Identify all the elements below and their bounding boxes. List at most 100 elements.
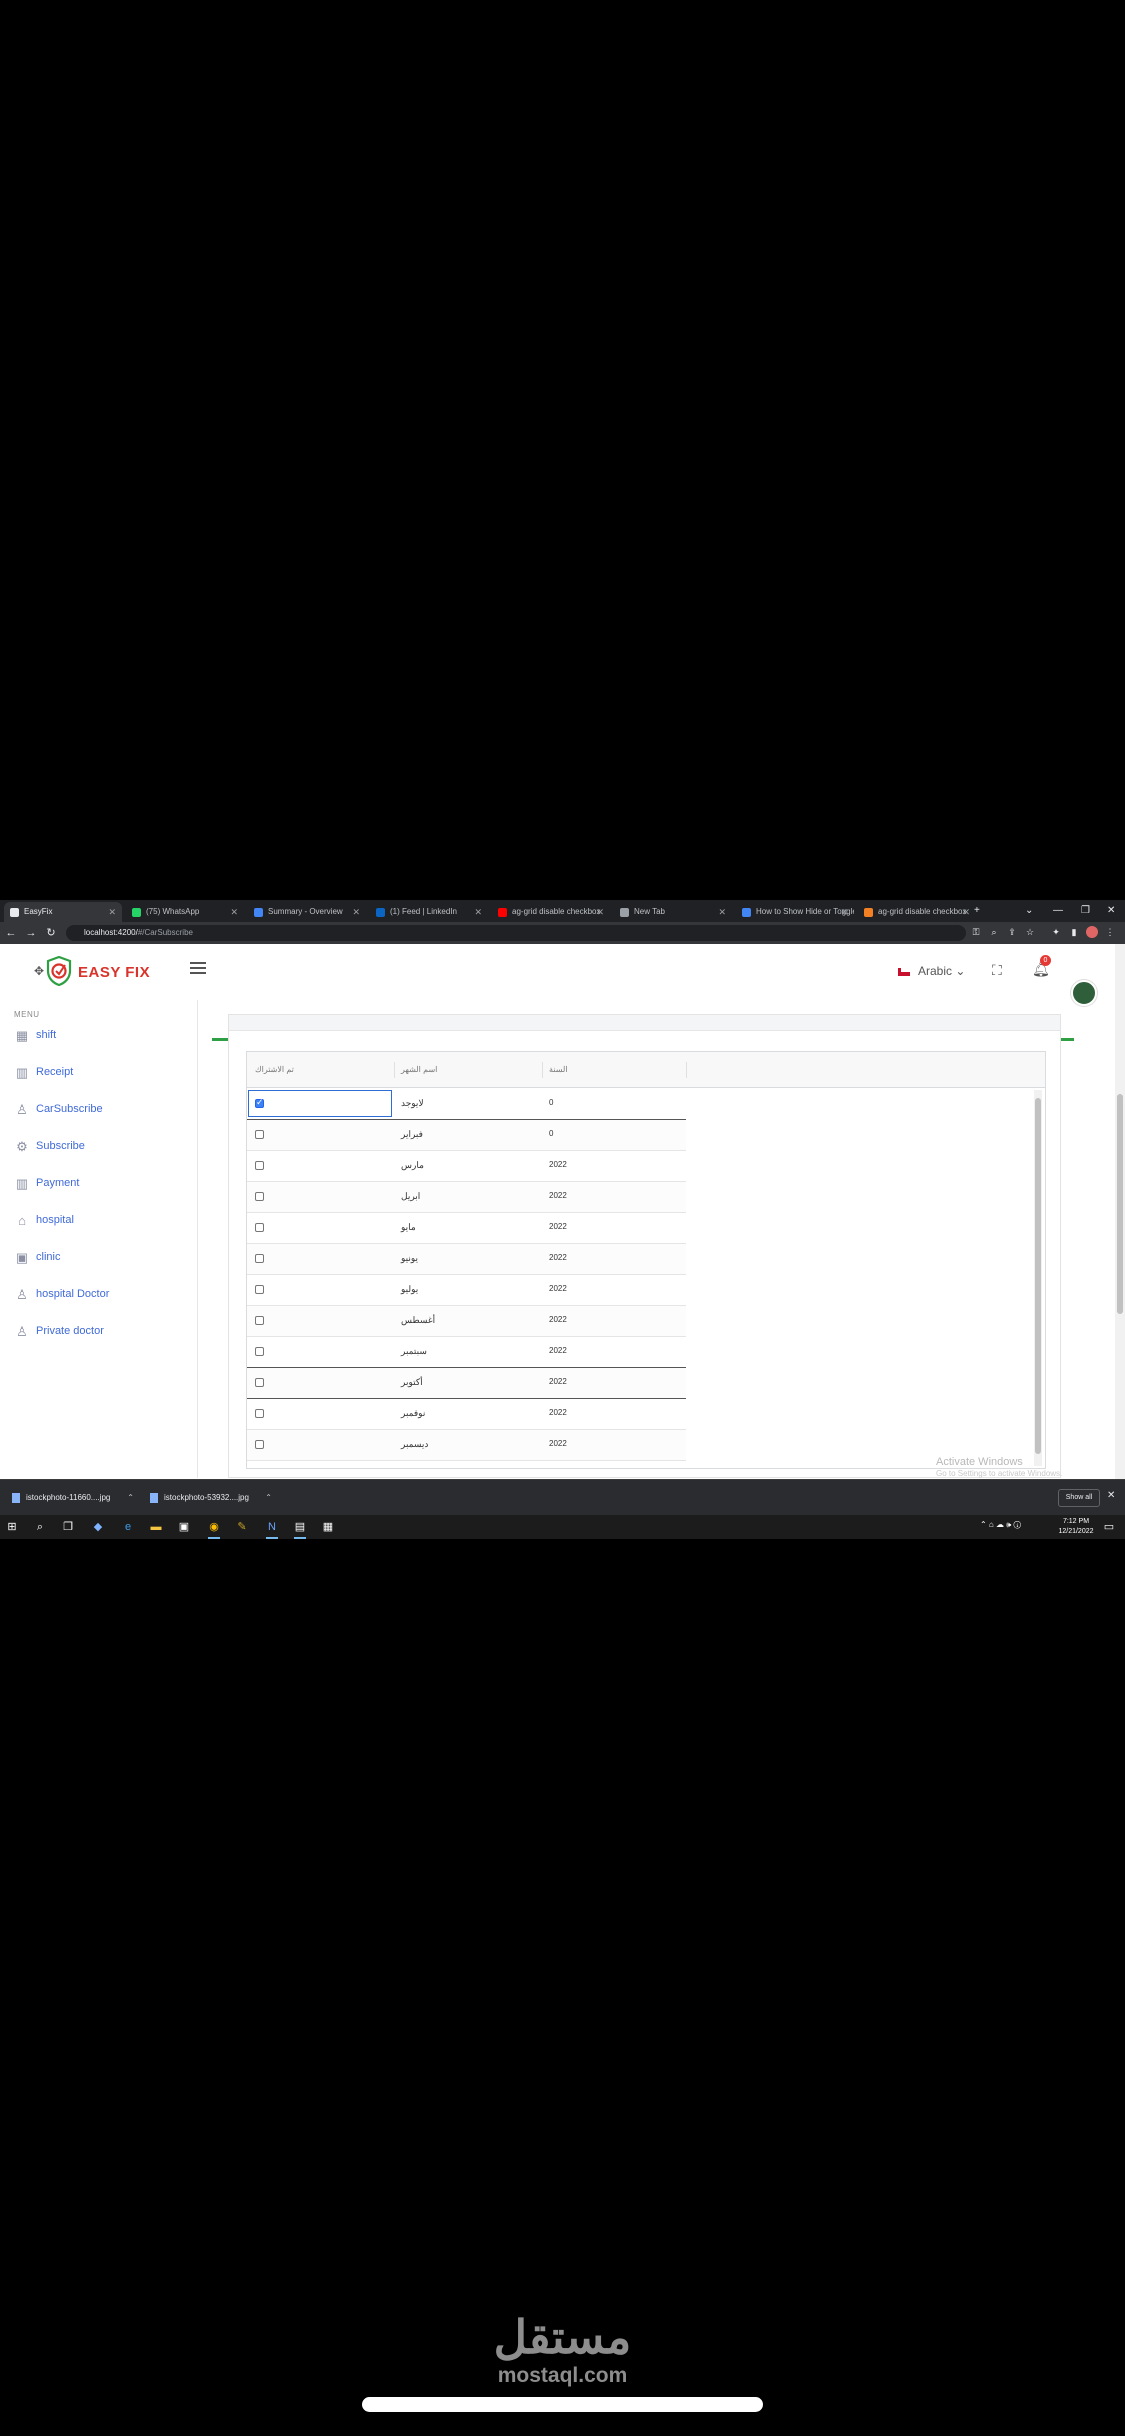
subscribed-checkbox[interactable] [255, 1347, 264, 1356]
fullscreen-icon[interactable]: ⛶ [992, 962, 1002, 979]
table-row[interactable]: نوفمبر 2022 [247, 1399, 686, 1430]
system-tray[interactable]: ⌃ ⌂ ☁ 🕪︎ ⓘ [980, 1520, 1021, 1530]
tab-close-icon[interactable]: ✕ [596, 902, 604, 922]
terminal-icon[interactable]: ▦ [320, 1519, 336, 1535]
maximize-icon[interactable]: ❐ [1081, 900, 1090, 922]
url-input[interactable]: localhost:4200/#/CarSubscribe [66, 925, 966, 941]
month-name-cell: مارس [401, 1160, 424, 1170]
tab-close-icon[interactable]: ✕ [474, 902, 482, 922]
browser-tab[interactable]: New Tab ✕ [614, 902, 732, 922]
table-row[interactable]: أغسطس 2022 [247, 1306, 686, 1337]
close-downloads-icon[interactable]: ✕ [1107, 1490, 1115, 1501]
header-year[interactable]: السنة [549, 1065, 568, 1074]
table-row[interactable]: يوليو 2022 [247, 1275, 686, 1306]
table-row[interactable]: مارس 2022 [247, 1151, 686, 1182]
page-scrollbar[interactable] [1115, 944, 1125, 1479]
chrome-icon[interactable]: ◉ [206, 1519, 222, 1539]
table-row[interactable]: لايوجد 0 [247, 1089, 686, 1120]
visual-studio-icon[interactable]: N [264, 1519, 280, 1539]
grid-scrollbar[interactable] [1034, 1090, 1042, 1466]
tab-close-icon[interactable]: ✕ [230, 902, 238, 922]
language-selector[interactable]: Arabic ⌄ [898, 964, 965, 978]
subscribed-checkbox[interactable] [255, 1130, 264, 1139]
sidepanel-icon[interactable]: ▮ [1068, 926, 1080, 938]
task-view-icon[interactable]: ❐ [60, 1519, 76, 1535]
file-icon [12, 1493, 20, 1503]
table-row[interactable]: سبتمبر 2022 [247, 1337, 686, 1368]
browser-menu-icon[interactable]: ⋮ [1104, 926, 1116, 938]
table-row[interactable]: ابريل 2022 [247, 1182, 686, 1213]
tab-favicon-icon [498, 908, 507, 917]
user-add-icon: ♙ [16, 1287, 28, 1302]
tab-close-icon[interactable]: ✕ [352, 902, 360, 922]
avatar[interactable] [1071, 980, 1097, 1006]
show-all-button[interactable]: Show all [1058, 1489, 1100, 1507]
scrollbar-thumb[interactable] [1035, 1098, 1041, 1454]
subscribed-checkbox[interactable] [255, 1097, 264, 1108]
reload-icon[interactable]: ↻ [44, 925, 58, 941]
forward-icon[interactable]: → [24, 925, 38, 941]
browser-tab[interactable]: (1) Feed | LinkedIn ✕ [370, 902, 488, 922]
browser-tab[interactable]: EasyFix ✕ [4, 902, 122, 922]
tab-close-icon[interactable]: ✕ [108, 902, 116, 922]
subscribed-checkbox[interactable] [255, 1285, 264, 1294]
zoom-icon[interactable]: ⌕ [988, 926, 1000, 938]
browser-tab[interactable]: ag-grid disable checkbox ✕ [858, 902, 976, 922]
profile-icon[interactable] [1086, 926, 1098, 938]
subscribed-checkbox[interactable] [255, 1192, 264, 1201]
tab-label: ag-grid disable checkbox [512, 907, 601, 916]
hamburger-menu-icon[interactable] [190, 962, 206, 976]
minimize-icon[interactable]: — [1053, 900, 1063, 922]
back-icon[interactable]: ← [4, 925, 18, 941]
subscribed-checkbox[interactable] [255, 1378, 264, 1387]
tab-favicon-icon [620, 908, 629, 917]
search-icon[interactable]: ⌕ [32, 1519, 48, 1535]
vscode-icon[interactable]: ◆ [90, 1519, 106, 1535]
browser-tab[interactable]: ag-grid disable checkbox ✕ [492, 902, 610, 922]
bookmark-star-icon[interactable]: ☆ [1024, 926, 1036, 938]
app-icon[interactable]: ✎ [234, 1519, 250, 1535]
clock[interactable]: 7:12 PM 12/21/2022 [1056, 1517, 1096, 1537]
file-explorer-icon[interactable]: ▬ [148, 1519, 164, 1535]
windows-start-icon[interactable]: ⊞ [4, 1519, 20, 1535]
browser-tab[interactable]: How to Show Hide or Toggle ✕ [736, 902, 854, 922]
subscribed-checkbox[interactable] [255, 1254, 264, 1263]
tab-label: (75) WhatsApp [146, 907, 200, 916]
tab-close-icon[interactable]: ✕ [962, 902, 970, 922]
notifications-icon[interactable]: ▭ [1101, 1519, 1117, 1535]
close-window-icon[interactable]: ✕ [1107, 900, 1115, 922]
key-icon[interactable]: ⚿ [970, 926, 982, 938]
download-item[interactable]: istockphoto-11660....jpg ⌃ [4, 1488, 134, 1508]
cell-focus-outline [248, 1090, 392, 1117]
subscribed-checkbox[interactable] [255, 1440, 264, 1449]
subscribed-checkbox[interactable] [255, 1161, 264, 1170]
tab-close-icon[interactable]: ✕ [840, 902, 848, 922]
download-item[interactable]: istockphoto-53932....jpg ⌃ [142, 1488, 272, 1508]
store-icon[interactable]: ▣ [176, 1519, 192, 1535]
chevron-up-icon[interactable]: ⌃ [265, 1488, 272, 1508]
new-tab-icon[interactable]: + [974, 900, 980, 922]
tab-search-icon[interactable]: ⌄ [1025, 900, 1033, 922]
share-icon[interactable]: ⇪ [1006, 926, 1018, 938]
tab-close-icon[interactable]: ✕ [718, 902, 726, 922]
browser-tab[interactable]: (75) WhatsApp ✕ [126, 902, 244, 922]
browser-tab[interactable]: Summary - Overview ✕ [248, 902, 366, 922]
table-row[interactable]: يونيو 2022 [247, 1244, 686, 1275]
subscribed-checkbox[interactable] [255, 1409, 264, 1418]
header-month-name[interactable]: اسم الشهر [401, 1065, 437, 1074]
extensions-icon[interactable]: ✦ [1050, 926, 1062, 938]
tab-favicon-icon [10, 908, 19, 917]
home-indicator[interactable] [362, 2397, 763, 2412]
scrollbar-thumb[interactable] [1117, 1094, 1123, 1314]
subscribed-checkbox[interactable] [255, 1223, 264, 1232]
app-window-icon[interactable]: ▤ [292, 1519, 308, 1539]
edge-icon[interactable]: e [120, 1519, 136, 1535]
table-row[interactable]: ديسمبر 2022 [247, 1430, 686, 1461]
month-name-cell: ديسمبر [401, 1439, 429, 1449]
subscribed-checkbox[interactable] [255, 1316, 264, 1325]
table-row[interactable]: فبراير 0 [247, 1120, 686, 1151]
table-row[interactable]: أكتوبر 2022 [247, 1368, 686, 1399]
table-row[interactable]: مايو 2022 [247, 1213, 686, 1244]
header-subscribed[interactable]: تم الاشتراك [255, 1065, 294, 1074]
chevron-up-icon[interactable]: ⌃ [127, 1488, 134, 1508]
